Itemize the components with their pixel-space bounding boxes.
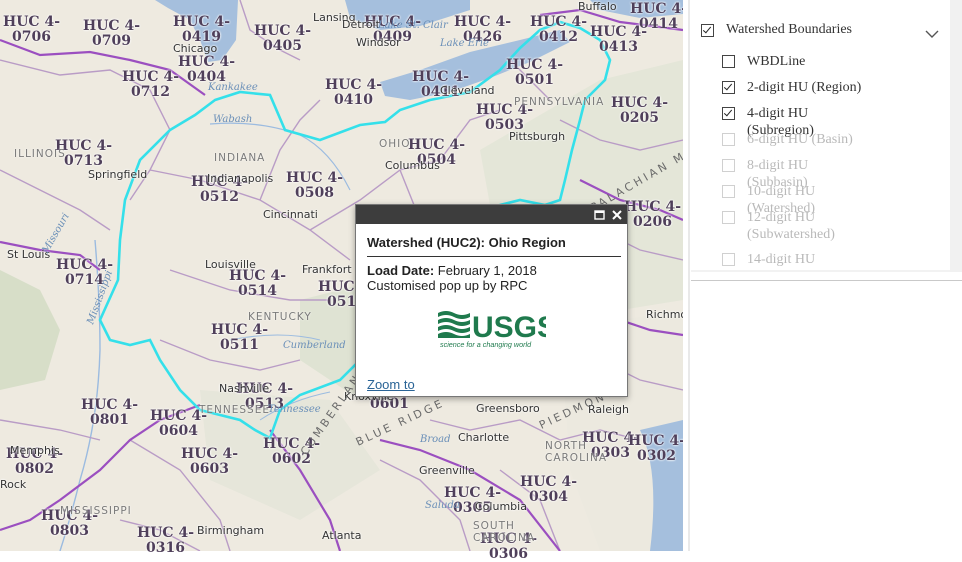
- popup-title: Watershed (HUC2): Ohio Region: [367, 235, 566, 250]
- layer-checkbox: [722, 185, 735, 198]
- layer-item[interactable]: 2-digit HU (Region): [722, 79, 872, 96]
- layer-item: 6-digit HU (Basin): [722, 131, 872, 148]
- layer-group-watershed-boundaries[interactable]: Watershed Boundaries: [701, 22, 852, 38]
- layer-item[interactable]: WBDLine: [722, 53, 872, 70]
- layer-label: WBDLine: [747, 54, 806, 69]
- layer-checkbox[interactable]: [722, 55, 735, 68]
- panel-divider: [691, 280, 962, 281]
- layer-item: 14-digit HU: [722, 251, 872, 268]
- layer-label: 14-digit HU: [747, 252, 816, 267]
- usgs-logo: USGS science for a changing world: [438, 309, 557, 354]
- layer-checkbox[interactable]: [722, 107, 735, 120]
- maximize-icon[interactable]: [594, 208, 606, 220]
- popup-body: Load Date: February 1, 2018 Customised p…: [367, 263, 537, 293]
- layer-checkbox: [722, 133, 735, 146]
- identify-popup: Watershed (HUC2): Ohio Region Load Date:…: [355, 204, 628, 397]
- usgs-logo-tagline: science for a changing world: [440, 340, 532, 349]
- layer-checkbox[interactable]: [722, 81, 735, 94]
- layer-checkbox: [722, 211, 735, 224]
- close-icon[interactable]: [611, 208, 623, 220]
- layer-group-title: Watershed Boundaries: [726, 22, 852, 37]
- group-checkbox[interactable]: [701, 24, 714, 37]
- chevron-down-icon[interactable]: [925, 24, 939, 43]
- panel-separator: [688, 0, 690, 551]
- layer-checkbox: [722, 159, 735, 172]
- load-date-value: February 1, 2018: [437, 263, 537, 278]
- layer-checkbox: [722, 253, 735, 266]
- layer-item: 12-digit HU (Subwatershed): [722, 209, 872, 243]
- load-date-label: Load Date:: [367, 263, 435, 278]
- popup-divider: [367, 256, 621, 257]
- layer-list: Watershed Boundaries WBDLine 2-digit HU (…: [691, 0, 950, 270]
- popup-titlebar: [356, 205, 627, 224]
- popup-note: Customised pop up by RPC: [367, 278, 528, 293]
- zoom-to-link[interactable]: Zoom to: [367, 377, 415, 392]
- layer-label: 2-digit HU (Region): [747, 80, 862, 95]
- panel-scrollbar[interactable]: [950, 0, 962, 272]
- layer-label: 6-digit HU (Basin): [747, 132, 853, 147]
- layer-label: 12-digit HU (Subwatershed): [747, 210, 835, 242]
